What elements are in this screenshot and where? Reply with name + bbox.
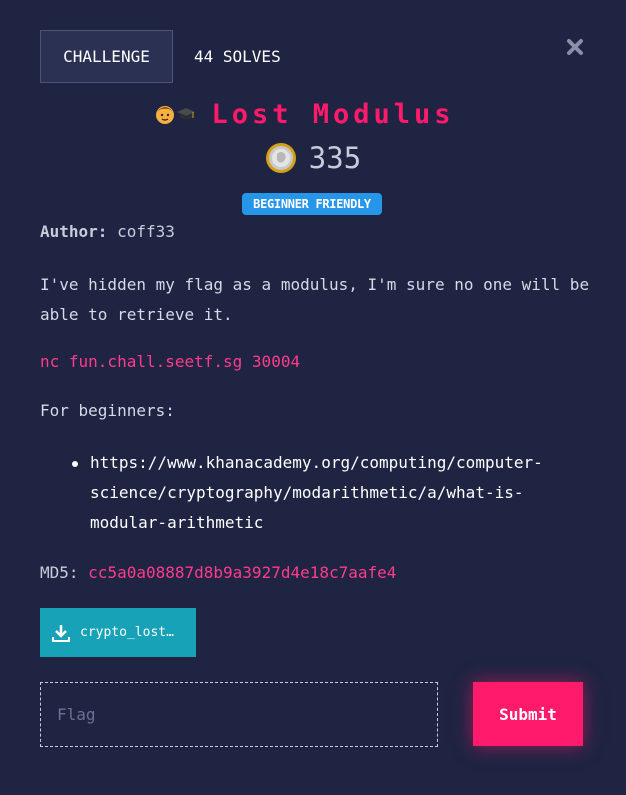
flag-input[interactable] bbox=[40, 682, 438, 747]
author-line: Author: coff33 bbox=[40, 222, 175, 241]
md5-label: MD5: bbox=[40, 563, 79, 582]
resource-list: https://www.khanacademy.org/computing/co… bbox=[40, 448, 600, 538]
download-icon bbox=[52, 624, 70, 642]
download-file-button[interactable]: crypto_lost… bbox=[40, 608, 196, 657]
title-row: Lost Modulus bbox=[0, 92, 626, 136]
challenge-title: Lost Modulus bbox=[211, 98, 455, 130]
challenge-modal: CHALLENGE 44 SOLVES Lost Modulus 335 BEG… bbox=[0, 0, 626, 795]
bullet bbox=[72, 461, 78, 467]
coin-icon bbox=[265, 143, 296, 173]
download-file-label: crypto_lost… bbox=[80, 625, 174, 640]
beginner-friendly-badge: BEGINNER FRIENDLY bbox=[242, 193, 382, 215]
student-icon bbox=[155, 102, 196, 126]
beginners-heading: For beginners: bbox=[40, 401, 175, 420]
challenge-points: 335 bbox=[308, 141, 362, 175]
md5-value: cc5a0a08887d8b9a3927d4e18c7aafe4 bbox=[88, 563, 397, 582]
author-label: Author: bbox=[40, 222, 108, 241]
author-value: coff33 bbox=[117, 222, 175, 241]
resource-link[interactable]: https://www.khanacademy.org/computing/co… bbox=[40, 448, 600, 538]
resource-url[interactable]: https://www.khanacademy.org/computing/co… bbox=[90, 453, 543, 532]
tab-challenge[interactable]: CHALLENGE bbox=[40, 30, 173, 83]
tab-solves[interactable]: 44 SOLVES bbox=[194, 30, 281, 83]
submit-button[interactable]: Submit bbox=[473, 682, 583, 746]
close-icon[interactable] bbox=[564, 36, 586, 58]
points-row: 335 bbox=[0, 138, 626, 178]
challenge-description: I've hidden my flag as a modulus, I'm su… bbox=[40, 275, 590, 324]
md5-line: MD5: cc5a0a08887d8b9a3927d4e18c7aafe4 bbox=[40, 563, 396, 582]
connection-command: nc fun.chall.seetf.sg 30004 bbox=[40, 352, 301, 371]
